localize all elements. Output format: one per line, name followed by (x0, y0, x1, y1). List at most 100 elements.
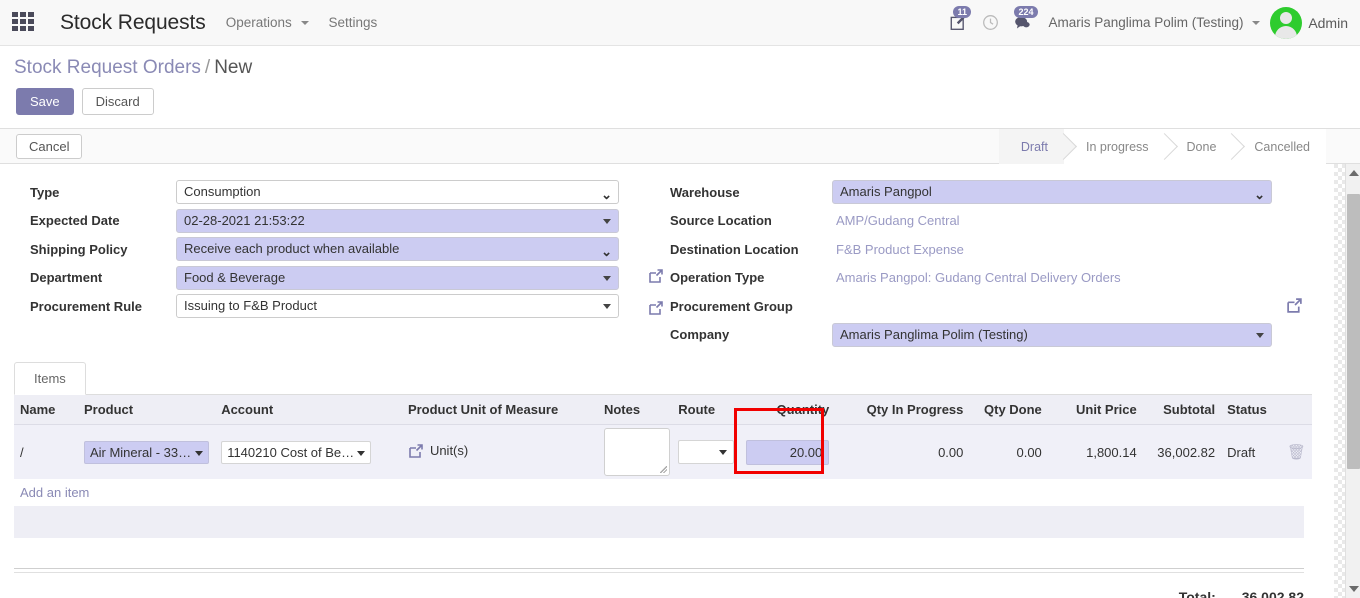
add-an-item-link[interactable]: Add an item (14, 479, 1312, 506)
clock-icon[interactable] (974, 8, 1006, 38)
cell-notes[interactable] (597, 424, 673, 479)
cell-account[interactable]: 1140210 Cost of Bevera (215, 424, 402, 479)
field-shipping-policy-value: Receive each product when available (184, 241, 400, 257)
status-step-cancelled[interactable]: Cancelled (1232, 129, 1326, 164)
cell-quantity[interactable]: 20.00 (740, 424, 836, 479)
route-select[interactable] (678, 440, 735, 464)
account-external-link-icon[interactable] (408, 443, 424, 459)
col-header-subtotal[interactable]: Subtotal (1142, 395, 1222, 425)
col-header-account[interactable]: Account (215, 395, 402, 425)
chevron-down-icon: ⌄ (1254, 187, 1265, 203)
field-destination-location: Destination Location F&B Product Expense (654, 235, 1314, 264)
scroll-up-arrow-icon[interactable] (1349, 170, 1359, 176)
activity-badge: 11 (953, 5, 971, 18)
discard-button[interactable]: Discard (81, 88, 154, 115)
tab-items[interactable]: Items (14, 362, 86, 395)
chevron-down-icon: ⌄ (601, 244, 612, 260)
main-menu: Operations Settings (226, 15, 378, 30)
apps-grid-icon[interactable] (12, 11, 38, 34)
col-header-product[interactable]: Product (77, 395, 216, 425)
field-source-location-value: AMP/Gudang Central (836, 213, 960, 229)
dropdown-caret-icon (1256, 332, 1264, 338)
save-button[interactable]: Save (16, 88, 74, 115)
breadcrumb-current: New (214, 57, 253, 78)
field-company-value: Amaris Panglima Polim (Testing) (840, 326, 1028, 342)
col-header-quantity[interactable]: Quantity (740, 395, 836, 425)
col-header-uom[interactable]: Product Unit of Measure (401, 395, 598, 425)
items-table-header-row: Name Product Account Product Unit of Mea… (14, 395, 1312, 425)
cell-qty-done: 0.00 (969, 424, 1048, 479)
breadcrumb-parent[interactable]: Stock Request Orders (14, 57, 201, 78)
col-header-route[interactable]: Route (672, 395, 741, 425)
col-header-qty-done[interactable]: Qty Done (969, 395, 1048, 425)
company-switcher[interactable]: Amaris Panglima Polim (Testing) (1048, 15, 1261, 30)
field-expected-date-input[interactable]: 02-28-2021 21:53:22 (176, 208, 619, 233)
field-procurement-group: Procurement Group (654, 292, 1314, 321)
cell-product[interactable]: Air Mineral - 330ml (77, 424, 216, 479)
product-select[interactable]: Air Mineral - 330ml (83, 440, 210, 464)
notes-textarea[interactable] (603, 428, 670, 476)
company-external-link-icon[interactable] (1286, 297, 1302, 313)
status-bar: Draft In progress Done Cancelled (998, 129, 1326, 164)
table-row[interactable]: / Air Mineral - 330ml 1140210 Cost of Be… (14, 424, 1312, 479)
account-value: 1140210 Cost of Bevera (227, 444, 367, 460)
cell-unit-price: 1,800.14 (1047, 424, 1143, 479)
menu-settings[interactable]: Settings (329, 15, 378, 30)
field-department-label: Department (30, 270, 103, 286)
messages-chat-icon[interactable]: 224 (1006, 5, 1038, 38)
col-header-status[interactable]: Status (1221, 395, 1312, 425)
field-procurement-rule-value: Issuing to F&B Product (184, 298, 317, 314)
cell-route[interactable] (672, 424, 741, 479)
field-company-label: Company (670, 327, 730, 343)
cell-qty-in-progress: 0.00 (835, 424, 970, 479)
field-type-input[interactable]: Consumption ⌄ (176, 180, 619, 205)
field-department-input[interactable]: Food & Beverage (176, 265, 619, 290)
activity-edit-icon[interactable]: 11 (942, 5, 974, 38)
field-destination-location-label: Destination Location (670, 241, 799, 257)
external-link-glyph (409, 443, 423, 458)
col-header-notes[interactable]: Notes (597, 395, 673, 425)
status-step-draft[interactable]: Draft (998, 129, 1064, 164)
field-source-location: Source Location AMP/Gudang Central (654, 207, 1314, 236)
field-operation-type: Operation Type Amaris Pangpol: Gudang Ce… (654, 264, 1314, 293)
dropdown-caret-icon (719, 450, 728, 455)
field-warehouse-input[interactable]: Amaris Pangpol ⌄ (832, 180, 1272, 205)
cancel-button[interactable]: Cancel (16, 134, 83, 159)
field-shipping-policy: Shipping Policy Receive each product whe… (14, 235, 654, 264)
separator-line (14, 568, 1304, 569)
col-header-unit-price[interactable]: Unit Price (1047, 395, 1143, 425)
status-step-in-progress[interactable]: In progress (1063, 129, 1165, 164)
field-operation-type-value: Amaris Pangpol: Gudang Central Delivery … (836, 270, 1121, 286)
field-warehouse-label: Warehouse (670, 184, 740, 200)
record-actions: Save Discard (16, 88, 154, 115)
notebook: Items Name Product Account Product Unit … (14, 359, 1312, 598)
account-select[interactable]: 1140210 Cost of Bevera (221, 440, 372, 464)
col-header-qty-in-progress[interactable]: Qty In Progress (835, 395, 970, 425)
chevron-down-icon: ⌄ (601, 187, 612, 203)
totals-row: Total: 36,002.82 (14, 589, 1304, 598)
col-header-name[interactable]: Name (14, 395, 78, 425)
action-bar: Cancel Draft In progress Done Cancelled (0, 128, 1360, 164)
scrollbar-thumb[interactable] (1347, 194, 1360, 469)
chevron-down-icon (300, 21, 309, 26)
menu-operations[interactable]: Operations (226, 15, 309, 30)
form-group-left: Type Consumption ⌄ Expected Date 02-28-2… (14, 178, 654, 321)
right-gutter (1326, 164, 1360, 598)
quantity-input[interactable]: 20.00 (746, 439, 830, 465)
field-expected-date-label: Expected Date (30, 213, 120, 229)
user-name-label[interactable]: Admin (1308, 15, 1348, 31)
scroll-down-arrow-icon[interactable] (1349, 586, 1359, 592)
trash-icon[interactable]: 🗑 (1287, 443, 1306, 461)
breadcrumb-area: Stock Request Orders / New Save Discard (0, 46, 1360, 128)
field-procurement-group-label: Procurement Group (670, 298, 793, 314)
dropdown-caret-icon (603, 304, 611, 310)
field-company-input[interactable]: Amaris Panglima Polim (Testing) (832, 322, 1272, 347)
avatar[interactable] (1270, 6, 1303, 39)
field-shipping-policy-input[interactable]: Receive each product when available ⌄ (176, 237, 619, 262)
field-destination-location-value: F&B Product Expense (836, 241, 964, 257)
notebook-tabs: Items (14, 359, 1312, 395)
field-department-value: Food & Beverage (184, 269, 286, 285)
vertical-scrollbar[interactable] (1345, 164, 1360, 598)
messages-badge: 224 (1014, 5, 1038, 18)
field-procurement-rule-input[interactable]: Issuing to F&B Product (176, 294, 619, 319)
